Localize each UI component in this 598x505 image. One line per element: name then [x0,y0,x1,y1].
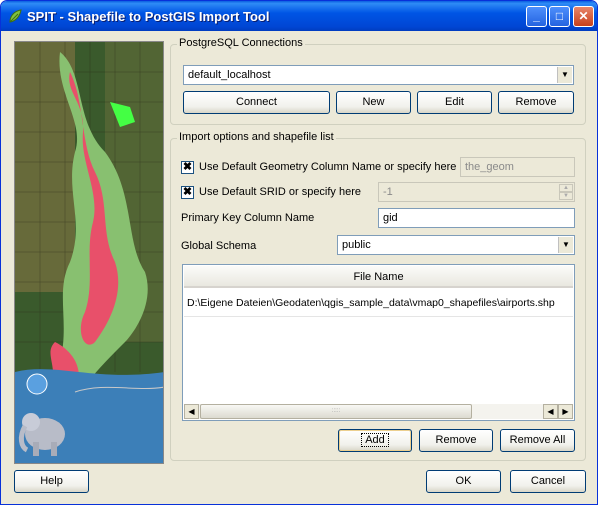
arrow-right-icon[interactable]: ▶ [558,404,573,419]
import-options-legend: Import options and shapefile list [177,131,336,143]
geometry-default-checkbox[interactable]: ✖ [181,161,194,174]
chevron-down-icon[interactable]: ▼ [558,237,573,253]
window-title: SPIT - Shapefile to PostGIS Import Tool [27,9,270,24]
maximize-icon: □ [555,9,564,23]
global-schema-label: Global Schema [181,240,257,252]
new-connection-button[interactable]: New [336,91,411,114]
scrollbar-thumb[interactable]: ::::: [200,404,472,419]
connection-select-value: default_localhost [188,69,271,81]
table-row[interactable]: D:\Eigene Dateien\Geodaten\qgis_sample_d… [184,289,573,317]
shapefile-table[interactable]: File Name D:\Eigene Dateien\Geodaten\qgi… [182,264,575,421]
ok-button[interactable]: OK [426,470,501,493]
help-button[interactable]: Help [14,470,89,493]
close-button[interactable]: ✕ [573,6,594,27]
remove-connection-button[interactable]: Remove [498,91,574,114]
remove-all-files-button[interactable]: Remove All [500,429,575,452]
spin-up-icon[interactable]: ▲ [559,184,573,192]
maximize-button[interactable]: □ [549,6,570,27]
minimize-icon: _ [533,9,540,23]
spit-map-image [14,41,164,464]
minimize-button[interactable]: _ [526,6,547,27]
edit-connection-button[interactable]: Edit [417,91,492,114]
primary-key-label: Primary Key Column Name [181,212,315,224]
chevron-down-icon[interactable]: ▼ [557,67,572,83]
add-file-label: Add [361,433,389,447]
geometry-column-field[interactable]: the_geom [460,157,575,177]
connection-select[interactable]: default_localhost ▼ [183,65,574,85]
arrow-left-icon[interactable]: ◀ [543,404,558,419]
title-bar[interactable]: SPIT - Shapefile to PostGIS Import Tool … [1,1,597,31]
geometry-column-option: ✖ Use Default Geometry Column Name or sp… [181,161,456,175]
connect-button[interactable]: Connect [183,91,330,114]
file-name-column-header[interactable]: File Name [184,266,573,288]
srid-spinbox[interactable]: -1 ▲ ▼ [378,182,575,202]
remove-file-button[interactable]: Remove [419,429,493,452]
spin-down-icon[interactable]: ▼ [559,192,573,200]
srid-option: ✖ Use Default SRID or specify here [181,186,376,200]
connections-legend: PostgreSQL Connections [177,37,305,49]
close-icon: ✕ [578,9,589,23]
srid-value: -1 [383,186,393,198]
arrow-left-icon[interactable]: ◀ [184,404,199,419]
qgis-leaf-icon [9,9,22,23]
horizontal-scrollbar[interactable]: ◀ ::::: ◀ ▶ [184,404,573,419]
srid-default-checkbox[interactable]: ✖ [181,186,194,199]
geometry-default-label: Use Default Geometry Column Name or spec… [199,161,457,173]
add-file-button[interactable]: Add [338,429,412,452]
primary-key-field[interactable]: gid [378,208,575,228]
global-schema-value: public [342,239,371,251]
srid-default-label: Use Default SRID or specify here [199,186,362,198]
spit-dialog: SPIT - Shapefile to PostGIS Import Tool … [0,0,598,505]
cancel-button[interactable]: Cancel [510,470,586,493]
global-schema-select[interactable]: public ▼ [337,235,575,255]
